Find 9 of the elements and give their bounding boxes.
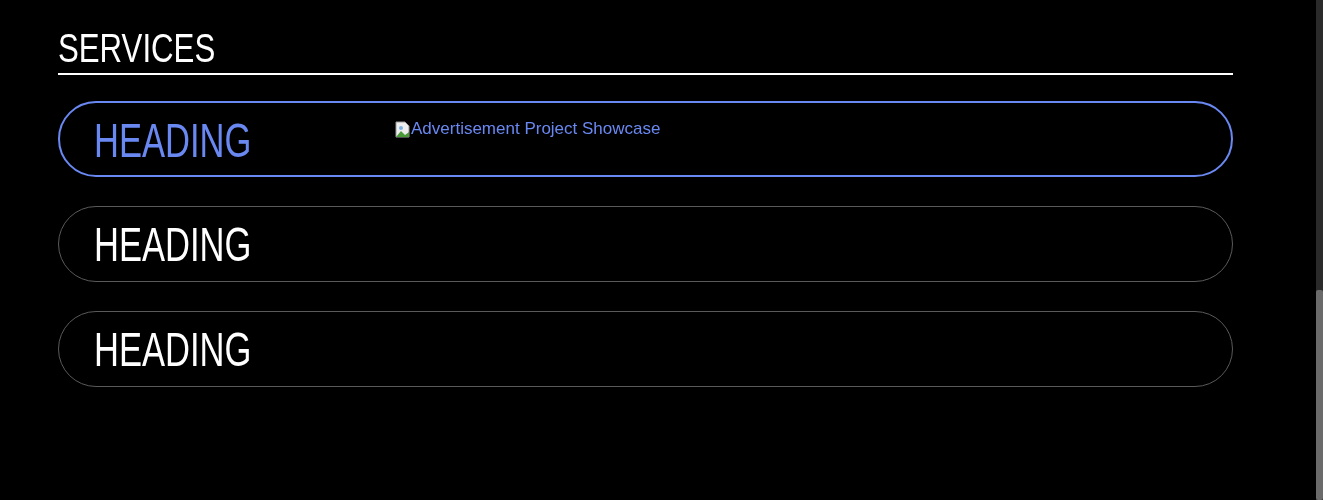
card-heading: HEADING xyxy=(94,217,253,273)
card-heading: HEADING xyxy=(94,322,253,378)
section-title: SERVICES xyxy=(58,25,216,72)
service-card[interactable]: HEADING Advertisement Project Showcase xyxy=(58,101,1233,177)
card-heading: HEADING xyxy=(94,113,253,169)
scrollbar-thumb[interactable] xyxy=(1316,290,1323,500)
scrollbar[interactable] xyxy=(1316,0,1323,500)
image-alt-text: Advertisement Project Showcase xyxy=(411,119,661,139)
broken-image-icon xyxy=(395,120,411,138)
